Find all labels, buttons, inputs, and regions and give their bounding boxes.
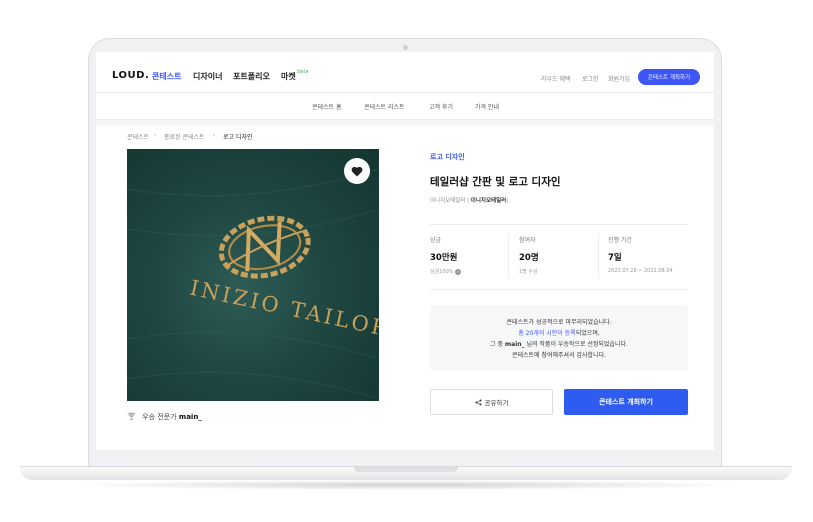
breadcrumb-separator-icon: ›: [213, 132, 216, 139]
stat-prize-label: 상금: [430, 237, 442, 244]
info-icon[interactable]: ›: [455, 268, 462, 275]
nav-market[interactable]: 마켓: [281, 71, 296, 82]
nav-contest[interactable]: 콘테스트: [152, 71, 181, 82]
breadcrumb-current: 로고 디자인: [223, 134, 253, 141]
host-contest-button[interactable]: 콘테스트 개최하기: [564, 389, 688, 415]
link-signup[interactable]: 회원가입: [608, 74, 630, 83]
sub-navigation: 콘테스트 홈 콘테스트 리스트 고객 후기 가격 안내: [96, 93, 714, 120]
stat-participants-value: 20명: [519, 253, 539, 263]
stat-period-label: 진행 기간: [608, 237, 632, 244]
stat-participants: 참여자 20명 1명 수상: [519, 235, 539, 275]
client-suffix: |: [506, 198, 509, 204]
site-header: LOUD. 콘테스트 디자이너 포트폴리오 마켓 beta 라우드 혜택 로그인…: [96, 52, 714, 93]
notice-winner: main_: [504, 341, 525, 348]
winner-name[interactable]: main_: [179, 413, 202, 421]
nav-portfolio[interactable]: 포트폴리오: [233, 71, 270, 82]
laptop-notch: [354, 467, 458, 472]
breadcrumb-separator-icon: ›: [154, 132, 157, 139]
nav-designer[interactable]: 디자이너: [193, 71, 222, 82]
subnav-contest-list[interactable]: 콘테스트 리스트: [364, 102, 405, 111]
contest-category: 로고 디자인: [430, 153, 465, 161]
stat-participants-label: 참여자: [519, 237, 536, 244]
client-prefix: 이니지오테일러 |: [430, 198, 470, 204]
client-name: 이니지오테일러: [470, 198, 507, 204]
embroidered-logo-graphic: INIZIO TAILOR: [127, 168, 379, 400]
subnav-reviews[interactable]: 고객 후기: [429, 102, 453, 111]
header-spacer: [96, 120, 714, 126]
site-logo[interactable]: LOUD.: [112, 70, 149, 81]
laptop-base: [20, 466, 792, 480]
winner-line: 우승 전문가 main_: [127, 412, 202, 422]
notice-line-2: 총 20개의 시안이 등록되었으며,: [518, 330, 600, 337]
like-button[interactable]: [344, 158, 370, 184]
heart-icon: [351, 166, 363, 176]
subnav-contest-home[interactable]: 콘테스트 홈: [312, 102, 342, 111]
notice-line-1: 콘테스트가 성공적으로 마무리되었습니다.: [506, 319, 612, 326]
breadcrumb-contest[interactable]: 콘테스트: [127, 132, 149, 141]
stat-period-value: 7일: [608, 253, 622, 263]
stat-prize-sub: 상금100% ›: [430, 268, 462, 275]
browser-screen: LOUD. 콘테스트 디자이너 포트폴리오 마켓 beta 라우드 혜택 로그인…: [96, 52, 714, 450]
link-login[interactable]: 로그인: [582, 74, 599, 83]
stat-prize: 상금 30만원 상금100% ›: [430, 235, 462, 275]
host-contest-top-button[interactable]: 콘테스트 개최하기: [638, 69, 700, 85]
result-notice: 콘테스트가 성공적으로 마무리되었습니다. 총 20개의 시안이 등록되었으며,…: [430, 305, 688, 371]
subnav-pricing[interactable]: 가격 안내: [475, 102, 499, 111]
contest-image[interactable]: INIZIO TAILOR: [127, 149, 379, 401]
client-line: 이니지오테일러 | 이니지오테일러|: [430, 196, 508, 204]
stat-period: 진행 기간 7일 2022.07.28 ~ 2022.08.04: [608, 235, 673, 274]
winner-label: 우승 전문가: [142, 413, 177, 421]
link-benefits[interactable]: 라우드 혜택: [541, 74, 571, 83]
share-icon: [475, 399, 482, 405]
entries-link[interactable]: 총 20개의 시안이 등록: [518, 330, 576, 337]
trophy-icon: [127, 412, 136, 420]
camera-dot: [403, 45, 408, 50]
divider-top: [430, 224, 688, 225]
laptop-shadow: [60, 480, 752, 490]
stat-divider: [598, 234, 599, 278]
share-label: 공유하기: [484, 399, 509, 407]
divider-bottom: [430, 289, 688, 290]
notice-line-4: 콘테스트에 참여해주셔서 감사합니다.: [511, 352, 607, 359]
notice-line-3: 그 중 main_ 님의 작품이 우승작으로 선정되었습니다.: [490, 341, 628, 348]
stat-participants-sub: 1명 수상: [519, 269, 538, 275]
breadcrumb-ended[interactable]: 종료된 콘테스트: [164, 132, 205, 141]
stat-period-sub: 2022.07.28 ~ 2022.08.04: [608, 268, 673, 274]
contest-title: 테일러샵 간판 및 로고 디자인: [430, 176, 561, 188]
brand-embroidery-text: INIZIO TAILOR: [188, 276, 379, 342]
beta-badge: beta: [297, 69, 309, 75]
stat-divider: [508, 234, 509, 278]
share-button[interactable]: 공유하기: [430, 389, 553, 415]
stat-prize-value: 30만원: [430, 253, 458, 263]
